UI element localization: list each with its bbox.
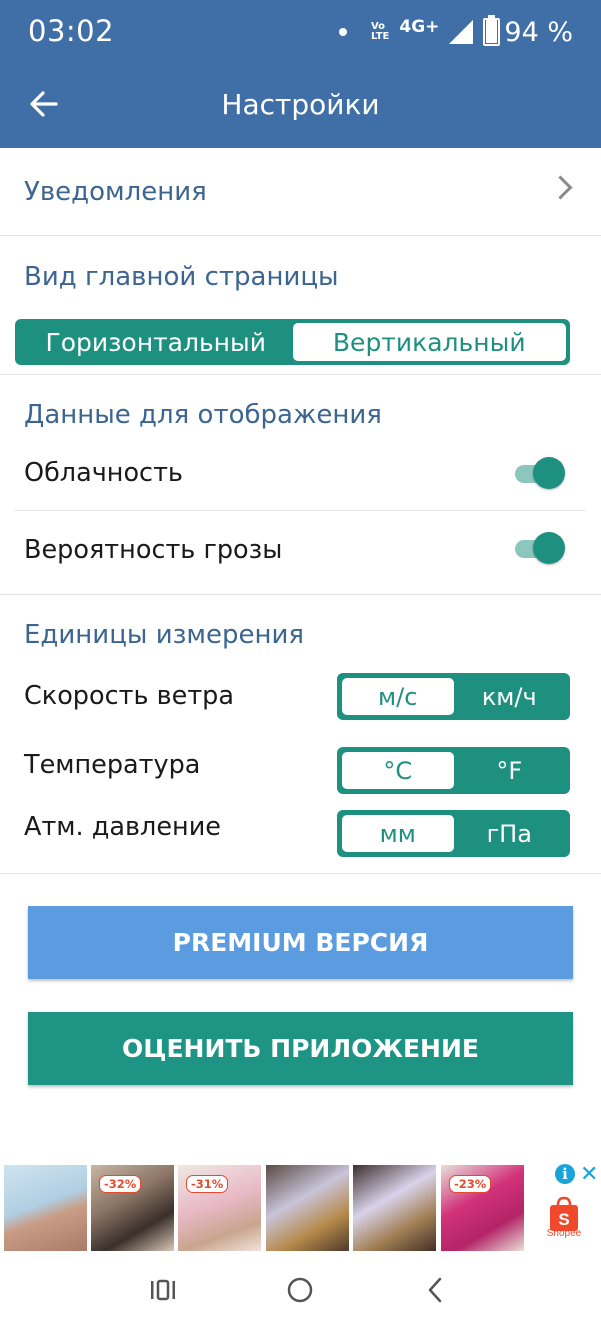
premium-button[interactable]: PREMIUM ВЕРСИЯ [28, 906, 573, 979]
discount-badge: -23% [449, 1175, 492, 1193]
ad-product-image[interactable] [353, 1165, 436, 1251]
status-icons: Vo LTE 4G+ 94 % [338, 14, 573, 50]
option-mm[interactable]: мм [342, 815, 454, 852]
home-button[interactable] [270, 1268, 330, 1312]
thunderstorm-label: Вероятность грозы [24, 535, 283, 565]
thunderstorm-toggle[interactable] [515, 532, 565, 566]
discount-badge: -32% [99, 1175, 142, 1193]
ad-product-image[interactable]: -23% [441, 1165, 524, 1251]
page-title: Настройки [221, 88, 380, 121]
wind-speed-segmented: м/с км/ч [337, 673, 570, 720]
notifications-label: Уведомления [24, 176, 207, 207]
option-hpa[interactable]: гПа [454, 815, 566, 852]
divider [0, 374, 601, 375]
discount-badge: -31% [186, 1175, 229, 1193]
divider [15, 510, 585, 511]
option-celsius[interactable]: °C [342, 752, 454, 789]
home-view-segmented: Горизонтальный Вертикальный [15, 319, 570, 365]
units-title: Единицы измерения [24, 620, 305, 650]
network-type: 4G+ [399, 17, 440, 37]
option-vertical[interactable]: Вертикальный [292, 323, 566, 361]
ad-product-image[interactable] [4, 1165, 87, 1251]
pressure-segmented: мм гПа [337, 810, 570, 857]
recent-apps-button[interactable] [133, 1268, 193, 1312]
rate-app-button[interactable]: ОЦЕНИТЬ ПРИЛОЖЕНИЕ [28, 1012, 573, 1085]
option-kmh[interactable]: км/ч [454, 678, 566, 715]
option-ms[interactable]: м/с [342, 678, 454, 715]
ad-banner[interactable]: -32% -31% -23% [0, 1162, 601, 1254]
temperature-segmented: °C °F [337, 747, 570, 794]
ad-info-icon[interactable]: i [555, 1164, 575, 1184]
back-nav-button[interactable] [405, 1268, 465, 1312]
option-fahrenheit[interactable]: °F [454, 752, 566, 789]
app-bar: 03:02 Vo LTE 4G+ 94 % Настройки [0, 0, 601, 148]
ad-product-image[interactable] [266, 1165, 349, 1251]
chevron-left-icon [428, 1277, 442, 1303]
temperature-label: Температура [24, 750, 201, 780]
system-nav-bar [0, 1254, 601, 1329]
option-horizontal[interactable]: Горизонтальный [19, 323, 293, 361]
status-time: 03:02 [28, 14, 115, 48]
notifications-row[interactable]: Уведомления [0, 148, 601, 235]
divider [0, 235, 601, 236]
signal-icon [449, 20, 474, 44]
cloudiness-label: Облачность [24, 458, 183, 488]
recent-apps-icon [151, 1279, 175, 1301]
svg-text:S: S [558, 1210, 569, 1229]
display-data-title: Данные для отображения [24, 400, 382, 430]
chevron-right-icon [548, 175, 573, 200]
divider [0, 594, 601, 595]
cloudiness-toggle[interactable] [515, 457, 565, 491]
volte-icon: Vo LTE [370, 21, 390, 42]
shopee-label: Shopee [546, 1228, 582, 1239]
battery-percent: 94 % [504, 16, 573, 48]
home-view-title: Вид главной страницы [24, 262, 339, 292]
ad-product-image[interactable]: -31% [178, 1165, 261, 1251]
home-circle-icon [287, 1277, 313, 1303]
battery-icon [483, 15, 501, 46]
divider [0, 873, 601, 874]
pressure-label: Атм. давление [24, 812, 221, 842]
ad-close-icon[interactable]: ✕ [580, 1162, 598, 1187]
ad-product-image[interactable]: -32% [91, 1165, 174, 1251]
notification-dot-icon [338, 28, 347, 36]
wind-speed-label: Скорость ветра [24, 681, 234, 711]
